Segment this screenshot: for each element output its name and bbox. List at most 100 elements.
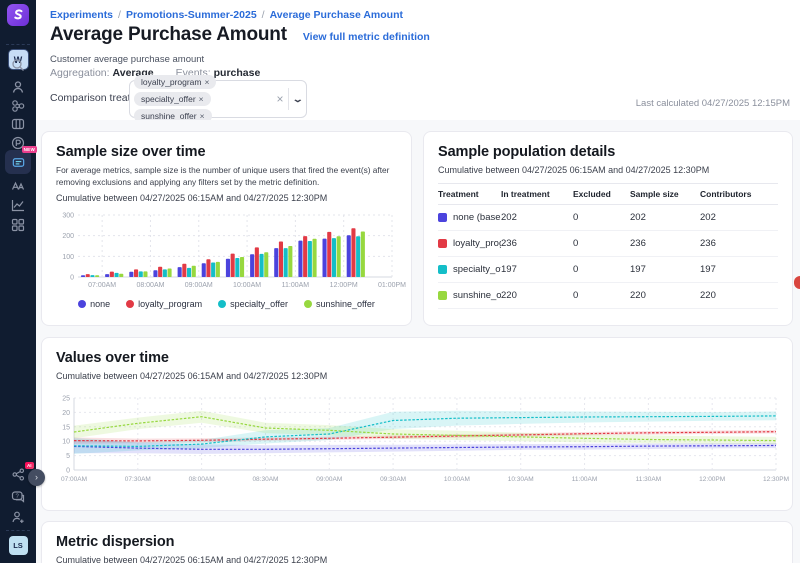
statsig-logo[interactable] <box>0 4 36 26</box>
chip-remove-icon[interactable]: × <box>199 94 204 104</box>
chip-label: specialty_offer <box>141 94 196 104</box>
cell-in-treatment: 202 <box>501 212 573 223</box>
svg-text:5: 5 <box>66 453 70 460</box>
segments-icon[interactable] <box>0 98 36 114</box>
legend-dot <box>78 300 86 308</box>
svg-text:09:30AM: 09:30AM <box>380 476 406 483</box>
legend-dot <box>218 300 226 308</box>
last-calculated: Last calculated 04/27/2025 12:15PM <box>636 98 790 109</box>
treatment-chip[interactable]: loyalty_program× <box>134 75 216 89</box>
svg-text:09:00AM: 09:00AM <box>316 476 342 483</box>
table-row: specialty_offer 197 0 197 197 <box>438 257 778 283</box>
treatment-name: sunshine_offer <box>453 290 501 301</box>
col-excluded: Excluded <box>573 189 630 199</box>
treatments-multiselect[interactable]: loyalty_program× specialty_offer× sunshi… <box>129 80 307 118</box>
card-period: Cumulative between 04/27/2025 06:15AM an… <box>56 371 778 381</box>
cell-contributors: 220 <box>700 290 778 301</box>
treatment-swatch <box>438 213 447 222</box>
card-title: Values over time <box>56 350 778 366</box>
svg-text:12:00PM: 12:00PM <box>330 282 358 289</box>
legend-label: specialty_offer <box>230 299 288 309</box>
page-header: Experiments / Promotions-Summer-2025 / A… <box>36 0 800 120</box>
svg-text:15: 15 <box>62 424 70 431</box>
legend-label: sunshine_offer <box>316 299 375 309</box>
treatment-chip[interactable]: specialty_offer× <box>134 92 211 106</box>
treatment-name: loyalty_program <box>453 238 501 249</box>
cell-excluded: 0 <box>573 290 630 301</box>
legend-dot <box>126 300 134 308</box>
cell-sample-size: 220 <box>630 290 700 301</box>
logo-icon <box>7 4 29 26</box>
card-title: Metric dispersion <box>56 534 778 550</box>
svg-text:08:00AM: 08:00AM <box>136 282 164 289</box>
col-contributors: Contributors <box>700 189 778 199</box>
legend-label: none <box>90 299 110 309</box>
users-icon[interactable] <box>0 79 36 95</box>
sidebar-item-metrics-selected[interactable]: NEW <box>0 150 36 174</box>
user-menu[interactable]: LS <box>0 536 36 555</box>
population-details-card: Sample population details Cumulative bet… <box>423 131 793 326</box>
svg-text:08:30AM: 08:30AM <box>252 476 278 483</box>
breadcrumb-metric-name[interactable]: Average Purchase Amount <box>270 9 403 21</box>
card-title: Sample population details <box>438 144 778 160</box>
legend-item[interactable]: sunshine_offer <box>304 299 375 309</box>
svg-text:08:00AM: 08:00AM <box>189 476 215 483</box>
apps-grid-icon[interactable] <box>0 217 36 233</box>
values-over-time-card: Values over time Cumulative between 04/2… <box>41 337 793 511</box>
svg-text:11:00AM: 11:00AM <box>282 282 310 289</box>
legend-dot <box>304 300 312 308</box>
sidebar-expand-handle[interactable]: › <box>28 469 45 486</box>
experiments-icon[interactable] <box>0 177 36 193</box>
cell-contributors: 236 <box>700 238 778 249</box>
svg-text:0: 0 <box>66 468 70 475</box>
clear-all-icon[interactable]: × <box>276 92 283 106</box>
legend-item[interactable]: specialty_offer <box>218 299 288 309</box>
svg-text:10: 10 <box>62 439 70 446</box>
main-area: Experiments / Promotions-Summer-2025 / A… <box>36 0 800 563</box>
metrics-console-icon: NEW <box>5 150 31 174</box>
invite-user-icon[interactable] <box>0 509 36 525</box>
help-chat-icon[interactable]: ? <box>0 489 36 505</box>
svg-text:200: 200 <box>62 233 74 240</box>
insights-chart-icon[interactable] <box>0 197 36 213</box>
metric-dispersion-card: Metric dispersion Cumulative between 04/… <box>41 521 793 563</box>
breadcrumb-experiments[interactable]: Experiments <box>50 9 113 21</box>
svg-text:20: 20 <box>62 410 70 417</box>
svg-text:10:00AM: 10:00AM <box>444 476 470 483</box>
cell-contributors: 197 <box>700 264 778 275</box>
cell-contributors: 202 <box>700 212 778 223</box>
cell-in-treatment: 236 <box>501 238 573 249</box>
user-avatar: LS <box>9 536 28 555</box>
chart-legend: none loyalty_program specialty_offer sun… <box>56 299 397 309</box>
svg-text:01:00PM: 01:00PM <box>378 282 406 289</box>
legend-item[interactable]: loyalty_program <box>126 299 202 309</box>
population-table: Treatment In treatment Excluded Sample s… <box>438 183 778 309</box>
sample-size-card: Sample size over time For average metric… <box>41 131 412 326</box>
sidebar-divider-bottom <box>6 530 30 531</box>
treatment-swatch <box>438 291 447 300</box>
col-sample-size: Sample size <box>630 189 700 199</box>
chevron-down-icon[interactable]: ⌄ <box>292 94 304 105</box>
legend-item[interactable]: none <box>78 299 110 309</box>
aggregation-label: Aggregation: <box>50 67 110 79</box>
app-window: W NEW <box>0 0 800 563</box>
breadcrumb-separator: / <box>118 9 121 21</box>
search-icon[interactable] <box>0 57 36 73</box>
svg-text:300: 300 <box>62 213 74 220</box>
feature-gates-icon[interactable] <box>0 116 36 132</box>
card-title: Sample size over time <box>56 144 397 160</box>
svg-text:11:30AM: 11:30AM <box>636 476 662 483</box>
svg-text:10:00AM: 10:00AM <box>233 282 261 289</box>
cell-excluded: 0 <box>573 264 630 275</box>
cell-in-treatment: 197 <box>501 264 573 275</box>
table-header-row: Treatment In treatment Excluded Sample s… <box>438 183 778 205</box>
view-metric-definition-link[interactable]: View full metric definition <box>303 31 430 43</box>
legend-label: loyalty_program <box>138 299 202 309</box>
content-area: Sample size over time For average metric… <box>36 120 800 563</box>
breadcrumb-experiment-name[interactable]: Promotions-Summer-2025 <box>126 9 257 21</box>
cell-sample-size: 197 <box>630 264 700 275</box>
notification-tab[interactable] <box>794 276 800 289</box>
chip-remove-icon[interactable]: × <box>204 77 209 87</box>
values-line-chart: 051015202507:00AM07:30AM08:00AM08:30AM09… <box>56 394 778 484</box>
svg-text:0: 0 <box>70 275 74 282</box>
